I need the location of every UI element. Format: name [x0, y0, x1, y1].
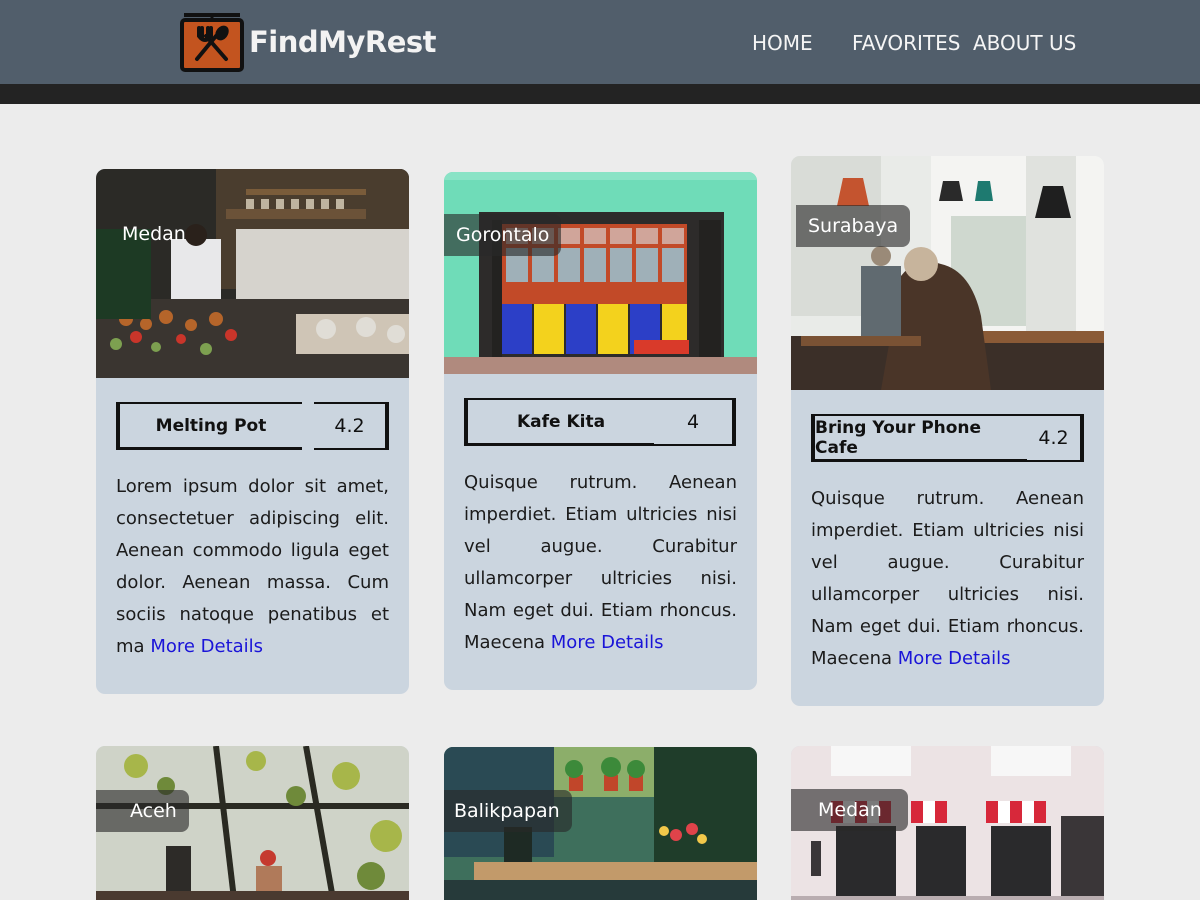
rating-badge: 4 — [654, 398, 736, 446]
navbar-shadow — [0, 84, 1200, 104]
city-label: Aceh — [96, 790, 189, 832]
more-details-link[interactable]: More Details — [898, 648, 1011, 669]
restaurant-photo[interactable] — [791, 156, 1104, 390]
restaurant-photo[interactable] — [444, 172, 757, 374]
nav-favorites[interactable]: FAVORITES — [852, 31, 961, 55]
more-details-link[interactable]: More Details — [551, 632, 664, 653]
restaurant-card: Gorontalo Kafe Kita 4 Quisque rutrum. Ae… — [444, 172, 757, 690]
restaurant-photo[interactable] — [96, 169, 409, 378]
restaurant-name: Bring Your Phone Cafe — [811, 414, 1027, 462]
brand-name[interactable]: FindMyRest — [249, 25, 437, 59]
restaurant-name: Melting Pot — [116, 402, 302, 450]
restaurant-card: Medan — [791, 746, 1104, 900]
nav-about-us[interactable]: ABOUT US — [973, 31, 1076, 55]
restaurant-card: Aceh — [96, 746, 409, 900]
restaurant-card: Balikpapan — [444, 747, 757, 900]
more-details-link[interactable]: More Details — [150, 636, 263, 657]
nav-home[interactable]: HOME — [752, 31, 813, 55]
restaurant-description: Lorem ipsum dolor sit amet, consectetuer… — [116, 476, 389, 657]
restaurant-logo-icon[interactable] — [180, 12, 244, 72]
city-label: Medan — [791, 789, 908, 831]
restaurant-description: Quisque rutrum. Aenean imperdiet. Etiam … — [464, 472, 737, 653]
rating-badge: 4.2 — [1027, 414, 1084, 462]
city-label: Medan — [122, 223, 186, 245]
restaurant-card: Medan Melting Pot 4.2 Lorem ipsum dolor … — [96, 169, 409, 694]
city-label: Balikpapan — [444, 790, 572, 832]
restaurant-description: Quisque rutrum. Aenean imperdiet. Etiam … — [811, 488, 1084, 669]
rating-badge: 4.2 — [314, 402, 389, 450]
restaurant-name: Kafe Kita — [464, 398, 654, 446]
city-label: Surabaya — [796, 205, 911, 247]
restaurant-card: Surabaya Bring Your Phone Cafe 4.2 Quisq… — [791, 156, 1104, 706]
city-label: Gorontalo — [444, 214, 562, 256]
